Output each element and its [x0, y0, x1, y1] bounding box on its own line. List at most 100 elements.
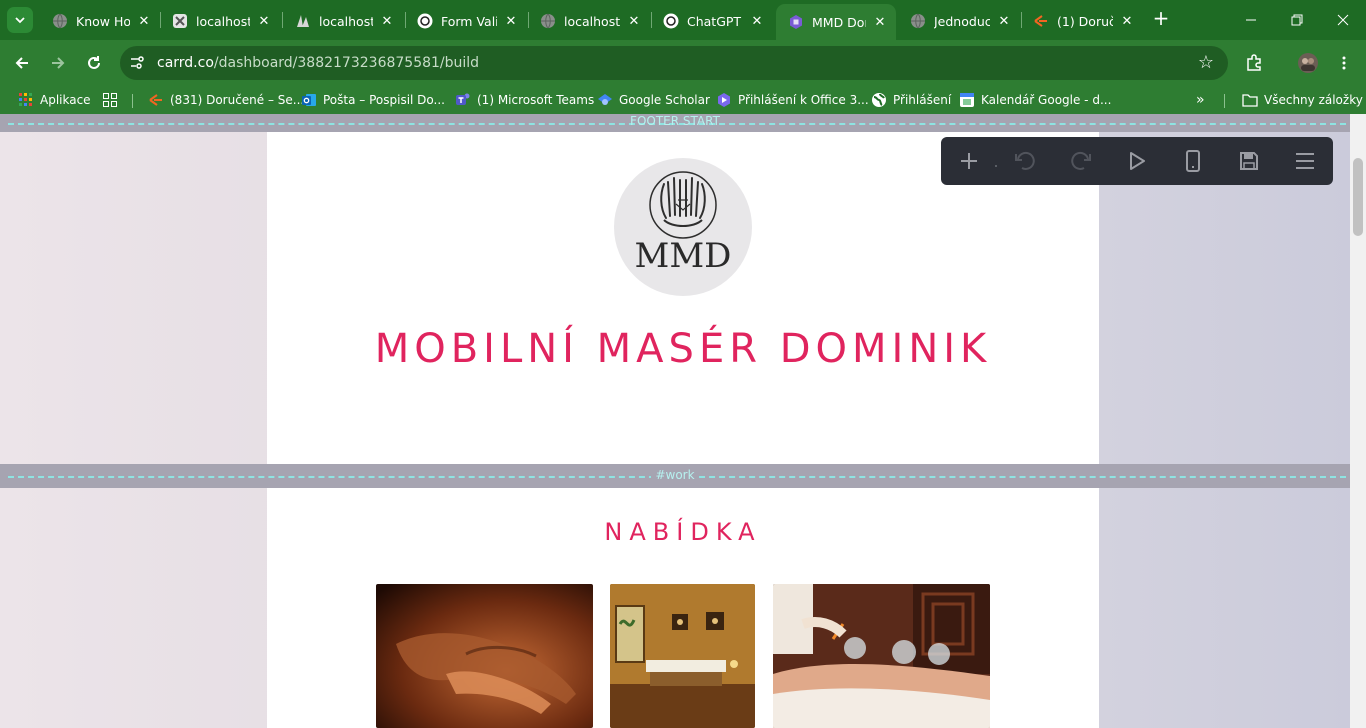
url-host: carrd.co [157, 55, 214, 71]
minimize-button[interactable] [1228, 0, 1274, 40]
arrow-left-icon [15, 57, 28, 69]
tab-localhost-1[interactable]: localhost ✕ [160, 6, 280, 36]
tab-title: localhost [564, 13, 620, 29]
redo-icon [1071, 152, 1091, 170]
xampp-icon [172, 13, 188, 29]
close-icon[interactable]: ✕ [626, 14, 642, 29]
site-info-icon[interactable] [128, 54, 146, 72]
bookmark-separator [1224, 94, 1225, 108]
bookmark-separator [132, 94, 133, 108]
chatgpt-icon [417, 13, 433, 29]
avatar [1298, 53, 1318, 73]
mail-icon [1033, 13, 1049, 29]
play-icon [1130, 152, 1145, 170]
office-icon [716, 92, 732, 108]
close-icon[interactable]: ✕ [503, 14, 519, 29]
forward-button[interactable] [44, 49, 72, 77]
close-icon[interactable]: ✕ [749, 14, 765, 29]
tab-chatgpt[interactable]: ChatGPT ✕ [651, 6, 773, 36]
editor-toolbar [941, 137, 1333, 185]
bookmark-office[interactable]: Přihlášení k Office 3... [716, 90, 869, 110]
tab-title: ChatGPT [687, 13, 742, 29]
profile-avatar[interactable] [1294, 49, 1322, 77]
mobile-preview-button[interactable] [1179, 147, 1207, 175]
tab-dorucene[interactable]: (1) Doručené ✕ [1021, 6, 1143, 36]
tab-localhost-2[interactable]: localhost ✕ [283, 6, 403, 36]
section-marker-footer-start[interactable]: FOOTER START [0, 114, 1350, 132]
undo-button[interactable] [1011, 147, 1039, 175]
scrollbar-thumb[interactable] [1353, 158, 1363, 236]
tab-localhost-3[interactable]: localhost ✕ [528, 6, 650, 36]
carrd-icon [788, 14, 804, 30]
bookmark-star-icon[interactable]: ☆ [1198, 52, 1214, 73]
close-icon[interactable]: ✕ [1119, 14, 1135, 29]
tab-title: localhost [196, 13, 250, 29]
tab-jednoduchy[interactable]: Jednoduchý ✕ [898, 6, 1020, 36]
tab-know-how[interactable]: Know How ✕ [40, 6, 160, 36]
folder-icon [1242, 92, 1258, 108]
bookmark-apps[interactable]: Aplikace [18, 90, 91, 110]
menu-icon [1296, 153, 1314, 169]
bookmarks-overflow-button[interactable]: » [1196, 90, 1205, 110]
minimize-icon [1246, 19, 1256, 21]
add-element-button[interactable] [955, 147, 983, 175]
site-logo[interactable]: MMD [614, 158, 752, 296]
logo-text: MMD [634, 236, 732, 276]
close-icon[interactable]: ✕ [872, 15, 888, 30]
back-button[interactable] [8, 49, 36, 77]
menu-button[interactable] [1291, 147, 1319, 175]
bookmark-label: Google Scholar [619, 93, 710, 107]
massage-hands-image [376, 584, 593, 728]
reload-button[interactable] [80, 49, 108, 77]
restore-button[interactable] [1274, 0, 1320, 40]
bookmark-tab-groups[interactable] [102, 90, 124, 110]
tab-title: (1) Doručené [1057, 13, 1113, 29]
mail-icon [148, 92, 164, 108]
bookmark-prihlaseni[interactable]: Přihlášení [871, 90, 951, 110]
close-icon[interactable]: ✕ [256, 14, 272, 29]
tab-search-button[interactable] [7, 7, 33, 33]
tab-mmd-active[interactable]: MMD Dominik ✕ [776, 4, 896, 40]
chatgpt-icon [663, 13, 679, 29]
tab-title: Jednoduchý [934, 13, 990, 29]
bookmark-dorucene[interactable]: (831) Doručené – Se... [148, 90, 304, 110]
browser-menu-button[interactable] [1330, 49, 1358, 77]
save-button[interactable] [1235, 147, 1263, 175]
restore-icon [1291, 14, 1303, 26]
section-marker-work[interactable]: #work [0, 464, 1350, 488]
preview-button[interactable] [1123, 147, 1151, 175]
close-icon [1337, 14, 1349, 26]
massage-room-photo[interactable] [610, 584, 755, 728]
add-icon [961, 153, 977, 169]
section-heading[interactable]: NABÍDKA [267, 518, 1099, 546]
bookmark-teams[interactable]: (1) Microsoft Teams [455, 90, 594, 110]
close-window-button[interactable] [1320, 0, 1366, 40]
bookmark-calendar[interactable]: Kalendář Google - d... [959, 90, 1111, 110]
bookmark-all[interactable]: Všechny záložky [1242, 90, 1363, 110]
close-icon[interactable]: ✕ [136, 14, 152, 29]
tab-form-validation[interactable]: Form Validation ✕ [405, 6, 527, 36]
bookmark-label: Pošta – Pospisil Do... [323, 93, 445, 107]
bookmark-label: (1) Microsoft Teams [477, 93, 595, 107]
address-bar[interactable]: carrd.co/dashboard/3882173236875581/buil… [120, 46, 1228, 80]
globe-icon [540, 13, 556, 29]
globe-icon [52, 13, 68, 29]
page-scrollbar[interactable] [1350, 114, 1366, 728]
extensions-button[interactable] [1240, 49, 1268, 77]
outlook-icon [301, 92, 317, 108]
section-tag: FOOTER START [630, 114, 720, 128]
close-icon[interactable]: ✕ [996, 14, 1012, 29]
massage-hands-photo[interactable] [376, 584, 593, 728]
browser-toolbar: carrd.co/dashboard/3882173236875581/buil… [0, 40, 1366, 86]
cupping-therapy-photo[interactable] [773, 584, 990, 728]
close-icon[interactable]: ✕ [379, 14, 395, 29]
redo-button[interactable] [1067, 147, 1095, 175]
globe-icon [910, 13, 926, 29]
kebab-menu-icon [1342, 56, 1346, 70]
site-title[interactable]: MOBILNÍ MASÉR DOMINIK [267, 326, 1099, 372]
new-tab-button[interactable]: + [1150, 8, 1172, 30]
bookmark-posta[interactable]: Pošta – Pospisil Do... [301, 90, 445, 110]
bookmark-label: Aplikace [40, 93, 91, 107]
bookmark-label: (831) Doručené – Se... [170, 93, 305, 107]
bookmark-scholar[interactable]: Google Scholar [597, 90, 710, 110]
